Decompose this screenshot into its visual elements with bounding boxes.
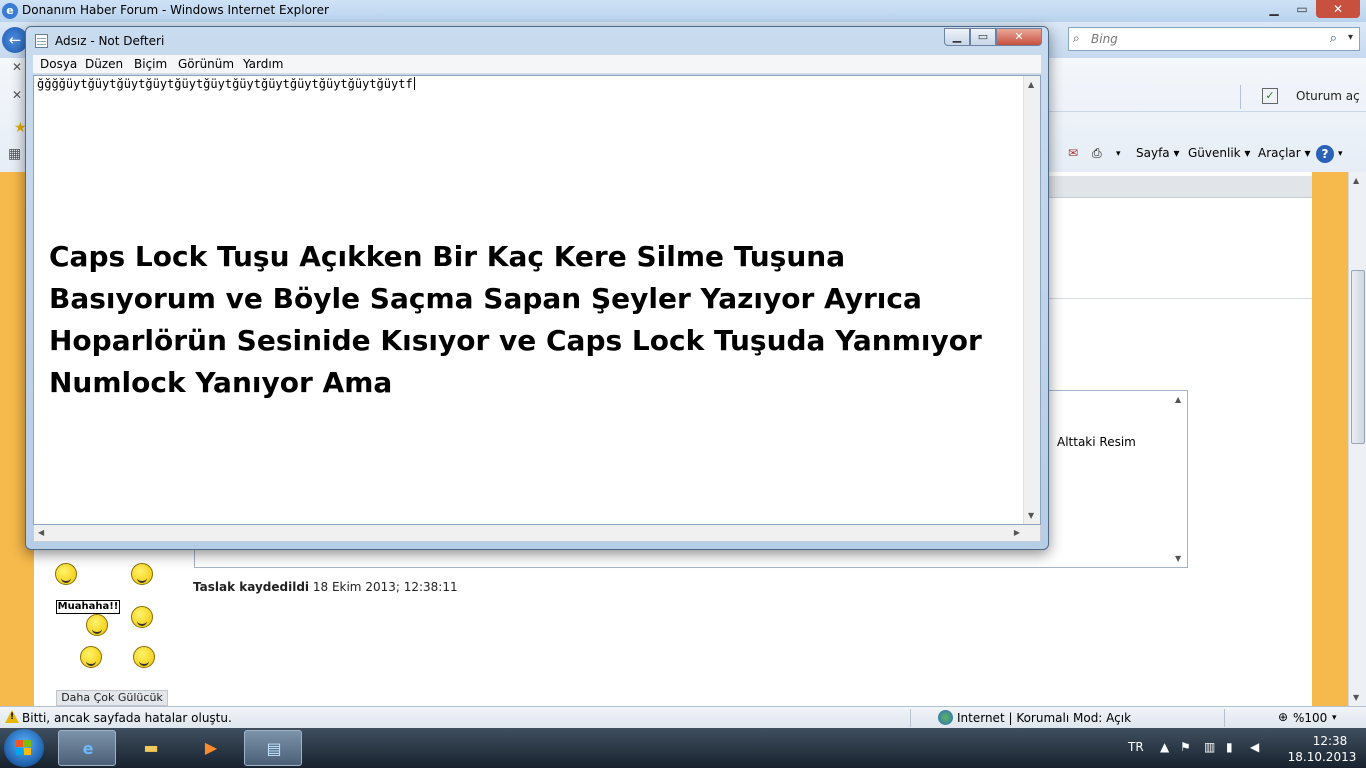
typed-garbage-text: ğğğğüytğüytğüytğüytğüytğüytğüytğüytğüytğ… xyxy=(37,77,413,91)
media-player-icon: ▶ xyxy=(204,738,218,757)
notepad-title: Adsız - Not Defteri xyxy=(55,34,165,48)
smiley-police-icon[interactable] xyxy=(131,563,153,585)
search-input[interactable]: Bing xyxy=(1091,32,1118,46)
print-dropdown-icon[interactable]: ▾ xyxy=(1116,149,1121,159)
system-tray: TR ▲ ⚑ ▥ ▮ ◀ 12:38 18.10.2013 xyxy=(1120,728,1366,768)
notepad-close-button[interactable]: ✕ xyxy=(996,28,1042,46)
status-divider xyxy=(910,709,911,727)
notepad-scroll-down-icon[interactable]: ▼ xyxy=(1028,511,1034,520)
tools-menu[interactable]: Araçlar ▾ xyxy=(1258,146,1311,160)
editor-scroll-up-icon[interactable]: ▲ xyxy=(1175,395,1181,404)
language-indicator[interactable]: TR xyxy=(1128,740,1144,754)
notepad-horizontal-scrollbar[interactable]: ◀ ▶ xyxy=(33,525,1041,542)
notepad-window: Adsız - Not Defteri ▁ ▭ ✕ Dosya Düzen Bi… xyxy=(25,26,1049,550)
show-hidden-icons-icon[interactable]: ▲ xyxy=(1160,740,1169,754)
menu-edit[interactable]: Düzen xyxy=(85,57,123,71)
editor-scrollbar[interactable]: ▲ ▼ xyxy=(1171,391,1187,567)
editor-text: Alttaki Resim xyxy=(1057,435,1136,449)
menu-format[interactable]: Biçim xyxy=(134,57,167,71)
notepad-scroll-right-icon[interactable]: ▶ xyxy=(1014,528,1020,537)
notepad-text-area[interactable]: ğğğğüytğüytğüytğüytğüytğüytğüytğüytğüytğ… xyxy=(33,75,1041,525)
page-menu[interactable]: Sayfa ▾ xyxy=(1136,146,1180,160)
help-dropdown-icon[interactable]: ▾ xyxy=(1338,149,1343,159)
overlay-message: Caps Lock Tuşu Açıkken Bir Kaç Kere Silm… xyxy=(49,240,982,399)
notepad-vertical-scrollbar[interactable]: ▲ ▼ xyxy=(1023,76,1040,524)
search-box[interactable]: ⌕ Bing ⌕ ▾ xyxy=(1068,27,1360,51)
device-icon[interactable]: ▥ xyxy=(1204,740,1215,754)
scroll-thumb[interactable] xyxy=(1351,270,1365,444)
search-dropdown-icon[interactable]: ▾ xyxy=(1348,32,1353,43)
more-smilies-button[interactable]: Daha Çok Gülücük xyxy=(56,690,168,706)
mail-icon[interactable]: ✉ xyxy=(1068,146,1078,160)
security-menu[interactable]: Güvenlik ▾ xyxy=(1188,146,1250,160)
smiley-viking-icon[interactable] xyxy=(80,646,102,668)
page-right-band xyxy=(1312,172,1348,706)
warning-icon[interactable]: ! xyxy=(5,710,19,723)
notepad-menu-bar: Dosya Düzen Biçim Görünüm Yardım xyxy=(33,55,1041,74)
draft-label: Taslak kaydedildi xyxy=(193,580,310,594)
ie-title-bar: e Donanım Haber Forum - Windows Internet… xyxy=(0,0,1366,22)
ie-status-bar: ! Bitti, ancak sayfada hatalar oluştu. I… xyxy=(0,706,1366,728)
zoom-icon[interactable]: ⊕ xyxy=(1278,710,1288,724)
action-center-flag-icon[interactable]: ⚑ xyxy=(1180,740,1191,754)
notepad-maximize-button[interactable]: ▭ xyxy=(970,28,996,46)
taskbar-media-player-button[interactable]: ▶ xyxy=(182,730,240,766)
search-go-icon[interactable]: ⌕ xyxy=(1330,31,1337,46)
notepad-scroll-up-icon[interactable]: ▲ xyxy=(1028,80,1034,89)
start-button[interactable] xyxy=(4,729,44,767)
smiley-muahaha-sign[interactable]: Muahaha!! xyxy=(56,600,120,614)
ie-close-button[interactable]: ✕ xyxy=(1316,0,1360,18)
notepad-icon: ▤ xyxy=(266,739,282,758)
smiley-wall-icon[interactable] xyxy=(133,646,155,668)
notepad-title-bar[interactable]: Adsız - Not Defteri ▁ ▭ ✕ xyxy=(26,27,1048,55)
ie-logo-icon: e xyxy=(2,3,18,19)
zoom-dropdown-icon[interactable]: ▾ xyxy=(1332,713,1337,723)
ie-maximize-button[interactable]: ▭ xyxy=(1288,0,1316,18)
status-divider-2 xyxy=(1224,709,1225,727)
taskbar-explorer-button[interactable]: ▬ xyxy=(122,730,180,766)
ie-icon: e xyxy=(82,739,94,758)
windows-logo-icon xyxy=(16,740,32,756)
smiley-computer-icon[interactable] xyxy=(131,606,153,628)
bing-search-icon: ⌕ xyxy=(1073,31,1080,45)
print-icon[interactable]: ⎙ xyxy=(1092,146,1102,161)
taskbar-notepad-button[interactable]: ▤ xyxy=(244,730,302,766)
smiley-sombrero-icon[interactable] xyxy=(55,563,77,585)
security-zone[interactable]: Internet | Korumalı Mod: Açık xyxy=(957,711,1131,725)
folder-icon: ▬ xyxy=(143,738,159,757)
taskbar-ie-button[interactable]: e xyxy=(58,730,116,766)
quick-tabs-icon[interactable]: ▦ xyxy=(8,146,21,162)
command-bar: ✉ ⎙ ▾ Sayfa ▾ Güvenlik ▾ Araçlar ▾ ? ▾ xyxy=(1048,142,1366,166)
page-scrollbar[interactable]: ▲ ▼ xyxy=(1348,172,1366,706)
help-icon[interactable]: ? xyxy=(1316,145,1334,163)
globe-icon xyxy=(938,710,953,725)
notepad-scroll-left-icon[interactable]: ◀ xyxy=(38,528,44,537)
login-button[interactable]: Oturum aç xyxy=(1296,89,1360,103)
notepad-minimize-button[interactable]: ▁ xyxy=(944,28,970,46)
close-toolbar-icon-2[interactable]: ✕ xyxy=(12,88,22,102)
notepad-app-icon[interactable] xyxy=(35,34,48,48)
status-message: Bitti, ancak sayfada hatalar oluştu. xyxy=(22,711,232,725)
clock-date[interactable]: 18.10.2013 xyxy=(1284,750,1360,764)
clock-time[interactable]: 12:38 xyxy=(1300,734,1360,748)
menu-view[interactable]: Görünüm xyxy=(178,57,234,71)
ie-window-title: Donanım Haber Forum - Windows Internet E… xyxy=(22,3,329,17)
draft-status: Taslak kaydedildi 18 Ekim 2013; 12:38:11 xyxy=(193,580,458,594)
volume-muted-icon[interactable]: ◀ xyxy=(1250,740,1259,754)
menu-file[interactable]: Dosya xyxy=(40,57,77,71)
network-signal-icon[interactable]: ▮ xyxy=(1226,740,1233,754)
ie-minimize-button[interactable]: ▁ xyxy=(1260,0,1288,18)
login-bar: ✓ Oturum aç xyxy=(1048,82,1366,112)
divider xyxy=(1240,85,1241,109)
zoom-level[interactable]: %100 xyxy=(1293,711,1327,725)
menu-help[interactable]: Yardım xyxy=(243,57,283,71)
scroll-up-icon[interactable]: ▲ xyxy=(1353,176,1359,185)
draft-time: 18 Ekim 2013; 12:38:11 xyxy=(312,580,458,594)
taskbar: e ▬ ▶ ▤ TR ▲ ⚑ ▥ ▮ ◀ 12:38 18.10.2013 xyxy=(0,728,1366,768)
close-toolbar-icon[interactable]: ✕ xyxy=(12,60,22,74)
login-check-icon[interactable]: ✓ xyxy=(1262,88,1278,104)
editor-scroll-down-icon[interactable]: ▼ xyxy=(1175,554,1181,563)
scroll-down-icon[interactable]: ▼ xyxy=(1353,693,1359,702)
smiley-muahaha-icon[interactable] xyxy=(86,614,108,636)
